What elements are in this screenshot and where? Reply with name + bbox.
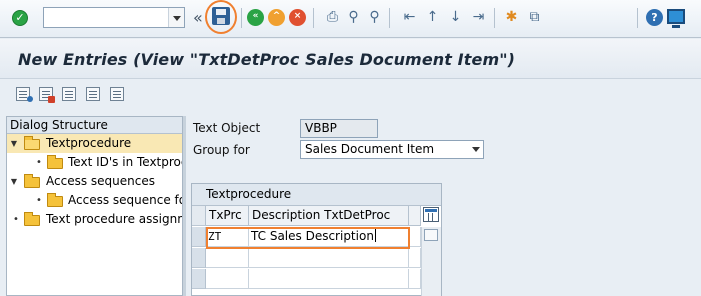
system-toolbar: ✓ « « ^ × ⎙ ⚲ ⚲ ⇤ ↑ ↓ ⇥ ✱ ⧉ ? [0,0,701,38]
tree-item-label: Text ID's in Textproc [68,155,183,169]
help-icon[interactable]: ? [646,9,663,26]
command-field-dropdown-icon[interactable] [168,8,184,27]
expand-triangle-icon[interactable]: ▼ [9,172,19,191]
scroll-up-button[interactable] [424,229,438,241]
txprc-cell[interactable] [206,248,249,268]
row-spacer [409,248,421,268]
toolbar-separator [313,8,314,28]
tree-item-textprocedure[interactable]: ▼ Textprocedure [7,134,182,153]
chevron-down-icon[interactable] [472,147,480,152]
group-for-select[interactable]: Sales Document Item [300,140,484,159]
command-field[interactable] [43,7,185,28]
previous-page-icon[interactable]: ↑ [424,9,441,26]
tree-item-label: Text procedure assignm [46,212,183,226]
row-selector[interactable] [192,269,206,289]
folder-icon [47,193,63,207]
group-for-value: Sales Document Item [305,142,435,156]
new-session-icon[interactable]: ✱ [503,9,520,26]
chevron-left-icon[interactable]: « [193,8,203,27]
dialog-structure-header: Dialog Structure [7,117,182,134]
dialog-structure-panel: Dialog Structure ▼ Textprocedure • Text … [6,116,183,296]
folder-icon [24,212,40,226]
tree-bullet: • [36,157,42,168]
folder-icon [24,174,40,188]
folder-icon [47,155,63,169]
entry-highlight-box [206,227,410,249]
group-for-label: Group for [193,143,250,157]
tree-item-text-ids[interactable]: • Text ID's in Textproc [7,153,182,172]
select-all-icon[interactable] [110,87,124,101]
toolbar-separator [241,8,242,28]
txprc-cell[interactable] [206,269,249,289]
toolbar-separator [389,8,390,28]
description-cell[interactable] [249,269,409,289]
cancel-icon[interactable]: × [289,9,306,26]
find-next-icon[interactable]: ⚲ [366,9,383,26]
tree-item-label: Access sequence for [68,193,183,207]
toolbar-separator [637,8,638,28]
tree-item-label: Textprocedure [46,136,132,150]
title-bar: New Entries (View "TxtDetProc Sales Docu… [0,39,701,79]
tree-bullet: • [13,214,19,225]
page-title: New Entries (View "TxtDetProc Sales Docu… [18,50,516,69]
description-cell[interactable] [249,248,409,268]
expand-triangle-icon[interactable]: ▼ [9,134,19,153]
tree-item-label: Access sequences [46,174,155,188]
tree-item-access-sequences[interactable]: ▼ Access sequences [7,172,182,191]
exit-icon[interactable]: ^ [268,9,285,26]
enter-icon[interactable]: ✓ [12,10,28,26]
tree-item-text-procedure-assignment[interactable]: • Text procedure assignm [7,210,182,229]
table-title: Textprocedure [192,184,441,206]
column-header-txprc[interactable]: TxPrc [206,206,249,226]
open-folder-icon [24,136,40,150]
back-icon[interactable]: « [247,9,264,26]
row-spacer [409,269,421,289]
previous-entry-icon[interactable] [62,87,76,101]
table-settings-icon[interactable] [423,207,439,222]
text-object-field: VBBP [300,119,378,138]
toolbar-separator [494,8,495,28]
last-page-icon[interactable]: ⇥ [470,9,487,26]
next-page-icon[interactable]: ↓ [447,9,464,26]
application-toolbar [0,80,701,108]
delete-icon[interactable] [39,87,55,103]
row-selector[interactable] [192,248,206,268]
tree-bullet: • [36,195,42,206]
panel-splitter[interactable] [183,116,186,296]
first-page-icon[interactable]: ⇤ [401,9,418,26]
column-header-spacer [409,206,421,226]
row-spacer [409,227,421,247]
find-icon[interactable]: ⚲ [345,9,362,26]
next-entry-icon[interactable] [86,87,100,101]
save-highlight-circle [205,0,237,34]
shortcut-icon[interactable]: ⧉ [526,9,543,26]
select-all-rows-button[interactable] [192,206,206,226]
customize-layout-icon[interactable] [667,9,685,28]
row-selector[interactable] [192,227,206,247]
tree-item-access-sequence-for[interactable]: • Access sequence for [7,191,182,210]
text-object-label: Text Object [193,121,261,135]
print-icon[interactable]: ⎙ [324,9,341,26]
column-header-description[interactable]: Description TxtDetProc [249,206,409,226]
display-change-icon[interactable] [16,87,33,102]
